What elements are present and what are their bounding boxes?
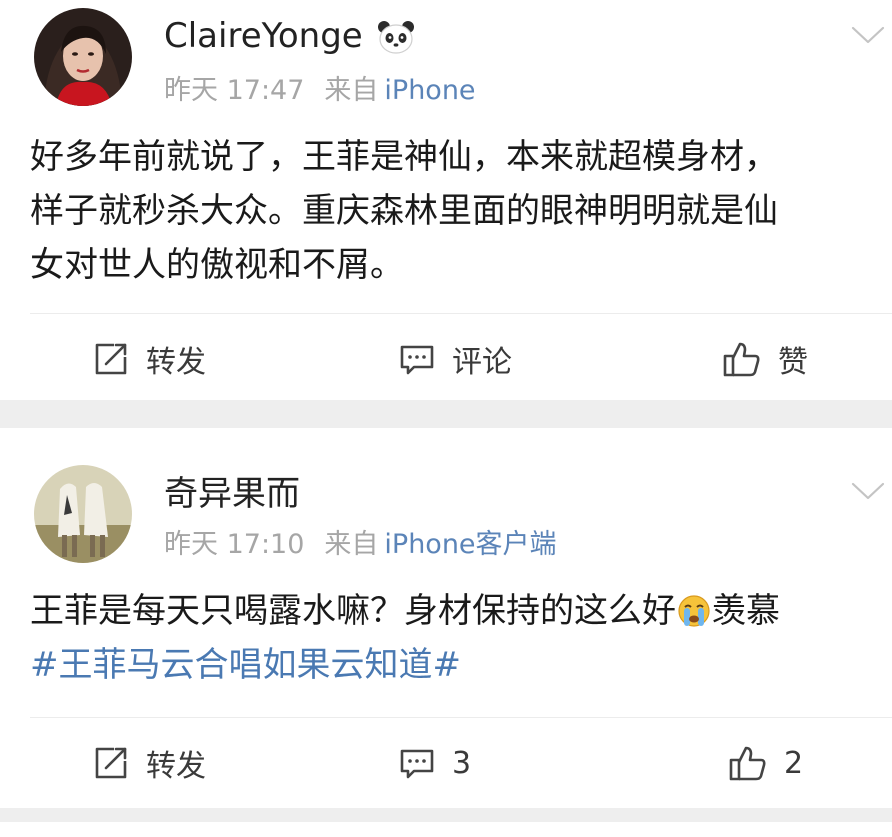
chevron-down-icon[interactable] — [850, 24, 886, 46]
comment-icon — [400, 749, 434, 779]
post-text-segment: 羡慕 — [712, 591, 780, 631]
hashtag-link[interactable]: #王菲马云合唱如果云知道# — [30, 638, 880, 692]
post-meta: 昨天 17:10 来自 iPhone客户端 — [164, 529, 557, 561]
post-card: ClaireYonge 昨天 17:47 来自 iPhone 好多年前就说了，王菲是… — [0, 0, 892, 400]
comment-label: 评论 — [452, 345, 512, 380]
avatar[interactable] — [34, 465, 132, 563]
comment-button[interactable]: 评论 — [398, 337, 512, 381]
repost-label: 转发 — [146, 749, 206, 784]
source-prefix: 来自 — [324, 529, 379, 560]
comment-count: 3 — [452, 745, 472, 781]
post-source[interactable]: iPhone客户端 — [384, 529, 556, 560]
post-text-segment: 王菲是每天只喝露水嘛？身材保持的这么好 — [30, 591, 676, 631]
post-text-line: 样子就秒杀大众。重庆森林里面的眼神明明就是仙 — [30, 191, 778, 231]
avatar[interactable] — [34, 8, 132, 106]
repost-label: 转发 — [146, 345, 206, 380]
like-button[interactable]: 2 — [728, 741, 803, 785]
divider — [30, 313, 892, 314]
thumbs-up-icon — [729, 746, 766, 781]
panda-icon — [378, 21, 414, 54]
post-text-line: 王菲是每天只喝露水嘛？身材保持的这么好 羡慕 — [30, 584, 880, 638]
post-text: 好多年前就说了，王菲是神仙，本来就超模身材， 样子就秒杀大众。重庆森林里面的眼神… — [30, 130, 880, 292]
repost-button[interactable]: 转发 — [92, 337, 206, 381]
like-count: 2 — [784, 745, 804, 781]
post-source[interactable]: iPhone — [384, 75, 475, 106]
post-text-line: 女对世人的傲视和不屑。 — [30, 245, 404, 285]
source-prefix: 来自 — [324, 75, 379, 106]
comment-button[interactable]: 3 — [398, 741, 471, 785]
chevron-down-icon[interactable] — [850, 480, 886, 502]
post-text-line: 好多年前就说了，王菲是神仙，本来就超模身材， — [30, 137, 778, 177]
thumbs-up-icon — [723, 342, 760, 377]
like-label: 赞 — [778, 345, 808, 380]
username[interactable]: ClaireYonge — [164, 16, 363, 56]
repost-icon — [95, 747, 127, 779]
next-post-card-edge — [0, 822, 892, 837]
post-card: 奇异果而 昨天 17:10 来自 iPhone客户端 王菲是每天只喝露水嘛？身材保持… — [0, 428, 892, 808]
repost-button[interactable]: 转发 — [92, 741, 206, 785]
comment-icon — [400, 345, 434, 375]
post-time: 昨天 17:47 — [164, 75, 305, 106]
username[interactable]: 奇异果而 — [164, 474, 300, 514]
weibo-feed: ClaireYonge 昨天 17:47 来自 iPhone 好多年前就说了，王菲是… — [0, 0, 892, 837]
post-time: 昨天 17:10 — [164, 529, 305, 560]
divider — [30, 717, 892, 718]
post-meta: 昨天 17:47 来自 iPhone — [164, 75, 476, 107]
like-button[interactable]: 赞 — [722, 337, 808, 381]
post-text: 王菲是每天只喝露水嘛？身材保持的这么好 羡慕 #王菲马云合唱如果云知道# — [30, 584, 880, 692]
crying-face-emoji-icon — [678, 595, 710, 627]
repost-icon — [95, 343, 127, 375]
